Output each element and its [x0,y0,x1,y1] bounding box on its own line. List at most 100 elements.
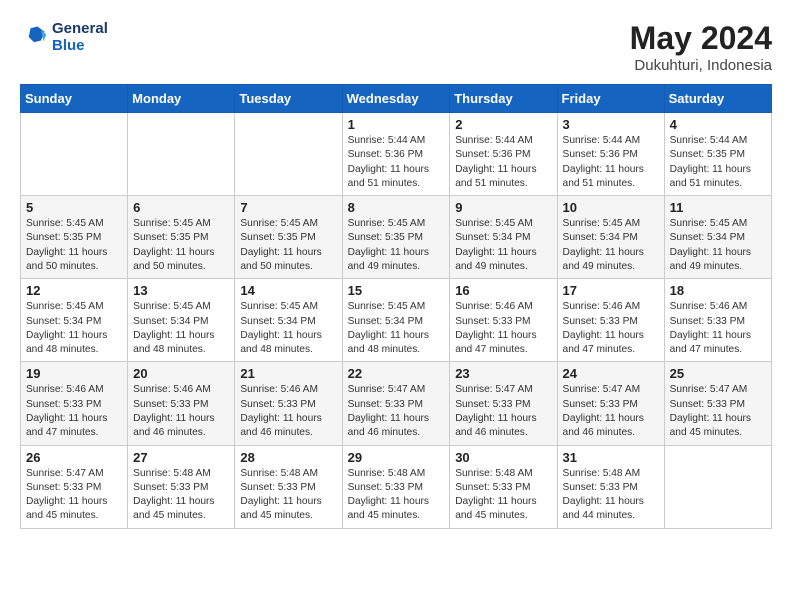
calendar-title: May 2024 [630,20,772,57]
day-info: Sunrise: 5:48 AMSunset: 5:33 PMDaylight:… [348,467,445,524]
day-number: 10 [563,200,659,215]
day-info: Sunrise: 5:45 AMSunset: 5:34 PMDaylight:… [670,217,766,274]
day-number: 5 [26,200,122,215]
day-number: 24 [563,366,659,381]
day-info: Sunrise: 5:45 AMSunset: 5:35 PMDaylight:… [240,217,336,274]
day-number: 21 [240,366,336,381]
header-tuesday: Tuesday [235,85,342,113]
day-info: Sunrise: 5:47 AMSunset: 5:33 PMDaylight:… [563,383,659,440]
table-row: 24 Sunrise: 5:47 AMSunset: 5:33 PMDayligh… [557,362,664,445]
table-row: 6 Sunrise: 5:45 AMSunset: 5:35 PMDaylight… [128,196,235,279]
calendar-week-row: 12 Sunrise: 5:45 AMSunset: 5:34 PMDayligh… [21,279,772,362]
page-header: General Blue May 2024 Dukuhturi, Indones… [20,20,772,74]
day-number: 1 [348,117,445,132]
table-row: 25 Sunrise: 5:47 AMSunset: 5:33 PMDayligh… [664,362,771,445]
logo-text: General Blue [52,20,108,54]
day-number: 25 [670,366,766,381]
table-row: 14 Sunrise: 5:45 AMSunset: 5:34 PMDayligh… [235,279,342,362]
table-row: 7Sunrise: 5:45 AMSunset: 5:35 PMDaylight… [235,196,342,279]
day-info: Sunrise: 5:46 AMSunset: 5:33 PMDaylight:… [26,383,122,440]
calendar-table: Sunday Monday Tuesday Wednesday Thursday… [20,84,772,529]
table-row: 15Sunrise: 5:45 AMSunset: 5:34 PMDayligh… [342,279,450,362]
calendar-week-row: 1 Sunrise: 5:44 AMSunset: 5:36 PMDaylight… [21,113,772,196]
day-info: Sunrise: 5:46 AMSunset: 5:33 PMDaylight:… [133,383,229,440]
table-row: 20 Sunrise: 5:46 AMSunset: 5:33 PMDayligh… [128,362,235,445]
day-number: 22 [348,366,445,381]
table-row: 2Sunrise: 5:44 AMSunset: 5:36 PMDaylight… [450,113,557,196]
table-row: 23 Sunrise: 5:47 AMSunset: 5:33 PMDayligh… [450,362,557,445]
table-row: 22 Sunrise: 5:47 AMSunset: 5:33 PMDayligh… [342,362,450,445]
day-number: 19 [26,366,122,381]
calendar-subtitle: Dukuhturi, Indonesia [630,57,772,74]
day-info: Sunrise: 5:46 AMSunset: 5:33 PMDaylight:… [563,300,659,357]
day-info: Sunrise: 5:47 AMSunset: 5:33 PMDaylight:… [455,383,551,440]
logo-icon [20,23,48,51]
day-number: 17 [563,283,659,298]
table-row: 4Sunrise: 5:44 AMSunset: 5:35 PMDaylight… [664,113,771,196]
day-number: 27 [133,450,229,465]
day-number: 30 [455,450,551,465]
day-number: 14 [240,283,336,298]
header-wednesday: Wednesday [342,85,450,113]
table-row: 18Sunrise: 5:46 AMSunset: 5:33 PMDayligh… [664,279,771,362]
day-info: Sunrise: 5:45 AMSunset: 5:35 PMDaylight:… [133,217,229,274]
table-row: 17 Sunrise: 5:46 AMSunset: 5:33 PMDayligh… [557,279,664,362]
calendar-week-row: 19 Sunrise: 5:46 AMSunset: 5:33 PMDayligh… [21,362,772,445]
table-row [235,113,342,196]
logo: General Blue [20,20,108,54]
day-number: 3 [563,117,659,132]
header-saturday: Saturday [664,85,771,113]
table-row: 10 Sunrise: 5:45 AMSunset: 5:34 PMDayligh… [557,196,664,279]
day-number: 12 [26,283,122,298]
table-row: 27Sunrise: 5:48 AMSunset: 5:33 PMDayligh… [128,445,235,528]
day-info: Sunrise: 5:45 AMSunset: 5:35 PMDaylight:… [348,217,445,274]
day-info: Sunrise: 5:44 AMSunset: 5:36 PMDaylight:… [348,134,445,191]
table-row: 26 Sunrise: 5:47 AMSunset: 5:33 PMDayligh… [21,445,128,528]
table-row: 16Sunrise: 5:46 AMSunset: 5:33 PMDayligh… [450,279,557,362]
day-info: Sunrise: 5:46 AMSunset: 5:33 PMDaylight:… [240,383,336,440]
calendar-week-row: 5 Sunrise: 5:45 AMSunset: 5:35 PMDaylight… [21,196,772,279]
day-number: 6 [133,200,229,215]
day-info: Sunrise: 5:45 AMSunset: 5:35 PMDaylight:… [26,217,122,274]
day-info: Sunrise: 5:45 AMSunset: 5:34 PMDaylight:… [240,300,336,357]
table-row [128,113,235,196]
day-number: 31 [563,450,659,465]
day-info: Sunrise: 5:47 AMSunset: 5:33 PMDaylight:… [26,467,122,524]
day-number: 29 [348,450,445,465]
table-row: 9 Sunrise: 5:45 AMSunset: 5:34 PMDaylight… [450,196,557,279]
day-number: 11 [670,200,766,215]
table-row: 3 Sunrise: 5:44 AMSunset: 5:36 PMDaylight… [557,113,664,196]
table-row: 8 Sunrise: 5:45 AMSunset: 5:35 PMDaylight… [342,196,450,279]
day-number: 16 [455,283,551,298]
header-sunday: Sunday [21,85,128,113]
day-info: Sunrise: 5:44 AMSunset: 5:36 PMDaylight:… [563,134,659,191]
table-row: 21 Sunrise: 5:46 AMSunset: 5:33 PMDayligh… [235,362,342,445]
day-info: Sunrise: 5:45 AMSunset: 5:34 PMDaylight:… [455,217,551,274]
day-number: 18 [670,283,766,298]
table-row: 31 Sunrise: 5:48 AMSunset: 5:33 PMDayligh… [557,445,664,528]
table-row: 12Sunrise: 5:45 AMSunset: 5:34 PMDayligh… [21,279,128,362]
table-row: 11 Sunrise: 5:45 AMSunset: 5:34 PMDayligh… [664,196,771,279]
day-info: Sunrise: 5:45 AMSunset: 5:34 PMDaylight:… [563,217,659,274]
day-info: Sunrise: 5:48 AMSunset: 5:33 PMDaylight:… [563,467,659,524]
weekday-header-row: Sunday Monday Tuesday Wednesday Thursday… [21,85,772,113]
calendar-week-row: 26 Sunrise: 5:47 AMSunset: 5:33 PMDayligh… [21,445,772,528]
title-block: May 2024 Dukuhturi, Indonesia [630,20,772,74]
day-info: Sunrise: 5:47 AMSunset: 5:33 PMDaylight:… [348,383,445,440]
day-number: 26 [26,450,122,465]
day-number: 2 [455,117,551,132]
day-number: 15 [348,283,445,298]
table-row: 1 Sunrise: 5:44 AMSunset: 5:36 PMDaylight… [342,113,450,196]
day-number: 8 [348,200,445,215]
table-row [21,113,128,196]
day-number: 4 [670,117,766,132]
header-monday: Monday [128,85,235,113]
day-number: 9 [455,200,551,215]
day-number: 20 [133,366,229,381]
day-number: 23 [455,366,551,381]
day-info: Sunrise: 5:48 AMSunset: 5:33 PMDaylight:… [455,467,551,524]
day-info: Sunrise: 5:45 AMSunset: 5:34 PMDaylight:… [133,300,229,357]
day-info: Sunrise: 5:47 AMSunset: 5:33 PMDaylight:… [670,383,766,440]
table-row: 30 Sunrise: 5:48 AMSunset: 5:33 PMDayligh… [450,445,557,528]
day-number: 13 [133,283,229,298]
